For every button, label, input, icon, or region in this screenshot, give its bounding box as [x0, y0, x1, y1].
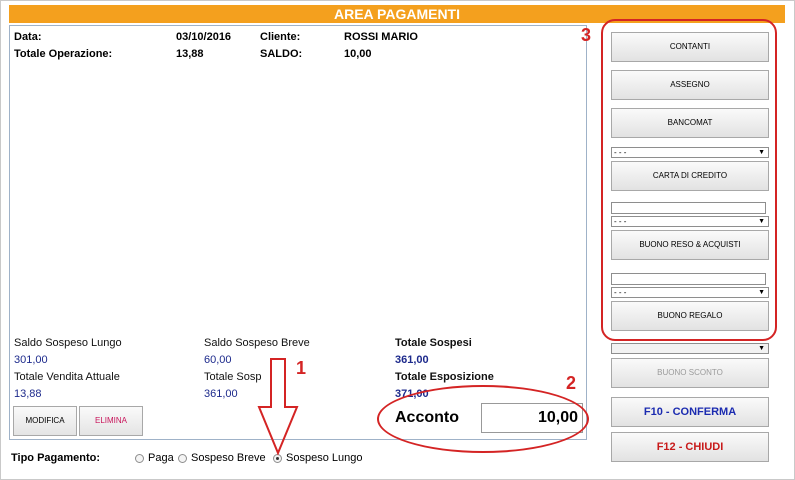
totale-vendita-label: Totale Vendita Attuale	[14, 371, 120, 383]
data-label: Data:	[14, 31, 42, 43]
radio-paga-label: Paga	[148, 452, 174, 464]
modifica-button[interactable]: MODIFICA	[13, 406, 77, 436]
radio-paga[interactable]	[135, 454, 144, 463]
conferma-button[interactable]: F10 - CONFERMA	[611, 397, 769, 427]
totale-operazione-label: Totale Operazione:	[14, 48, 113, 60]
buono-sconto-select[interactable]: ▼	[611, 343, 769, 354]
payment-window: AREA PAGAMENTI Data: 03/10/2016 Cliente:…	[0, 0, 795, 480]
saldo-sospeso-breve-value: 60,00	[204, 354, 232, 366]
buono-sconto-button[interactable]: BUONO SCONTO	[611, 358, 769, 388]
annotation-number-2: 2	[566, 373, 577, 393]
totale-operazione-value: 13,88	[176, 48, 204, 60]
annotation-number-3: 3	[581, 25, 592, 45]
annotation-acconto-outline	[377, 385, 589, 453]
radio-sospeso-breve-label: Sospeso Breve	[191, 452, 266, 464]
saldo-label: SALDO:	[260, 48, 303, 60]
totale-vendita-value: 13,88	[14, 388, 42, 400]
chiudi-button[interactable]: F12 - CHIUDI	[611, 432, 769, 462]
saldo-value: 10,00	[344, 48, 372, 60]
data-value: 03/10/2016	[176, 31, 232, 43]
saldo-sospeso-breve-label: Saldo Sospeso Breve	[204, 337, 310, 349]
totale-esposizione-label: Totale Esposizione	[395, 371, 494, 383]
cliente-label: Cliente:	[260, 31, 301, 43]
totale-sospesi-label: Totale Sospesi	[395, 337, 472, 349]
radio-sospeso-breve[interactable]	[178, 454, 187, 463]
totale-sosp-value: 361,00	[204, 388, 238, 400]
elimina-button[interactable]: ELIMINA	[79, 406, 143, 436]
saldo-sospeso-lungo-label: Saldo Sospeso Lungo	[14, 337, 122, 349]
annotation-payment-methods-outline	[601, 19, 777, 341]
totale-sosp-label: Totale Sosp	[204, 371, 262, 383]
chevron-down-icon: ▼	[758, 345, 765, 352]
arrow-down-icon	[257, 358, 299, 456]
totale-sospesi-value: 361,00	[395, 354, 429, 366]
tipo-pagamento-label: Tipo Pagamento:	[11, 452, 101, 464]
cliente-value: ROSSI MARIO	[344, 31, 418, 43]
saldo-sospeso-lungo-value: 301,00	[14, 354, 48, 366]
